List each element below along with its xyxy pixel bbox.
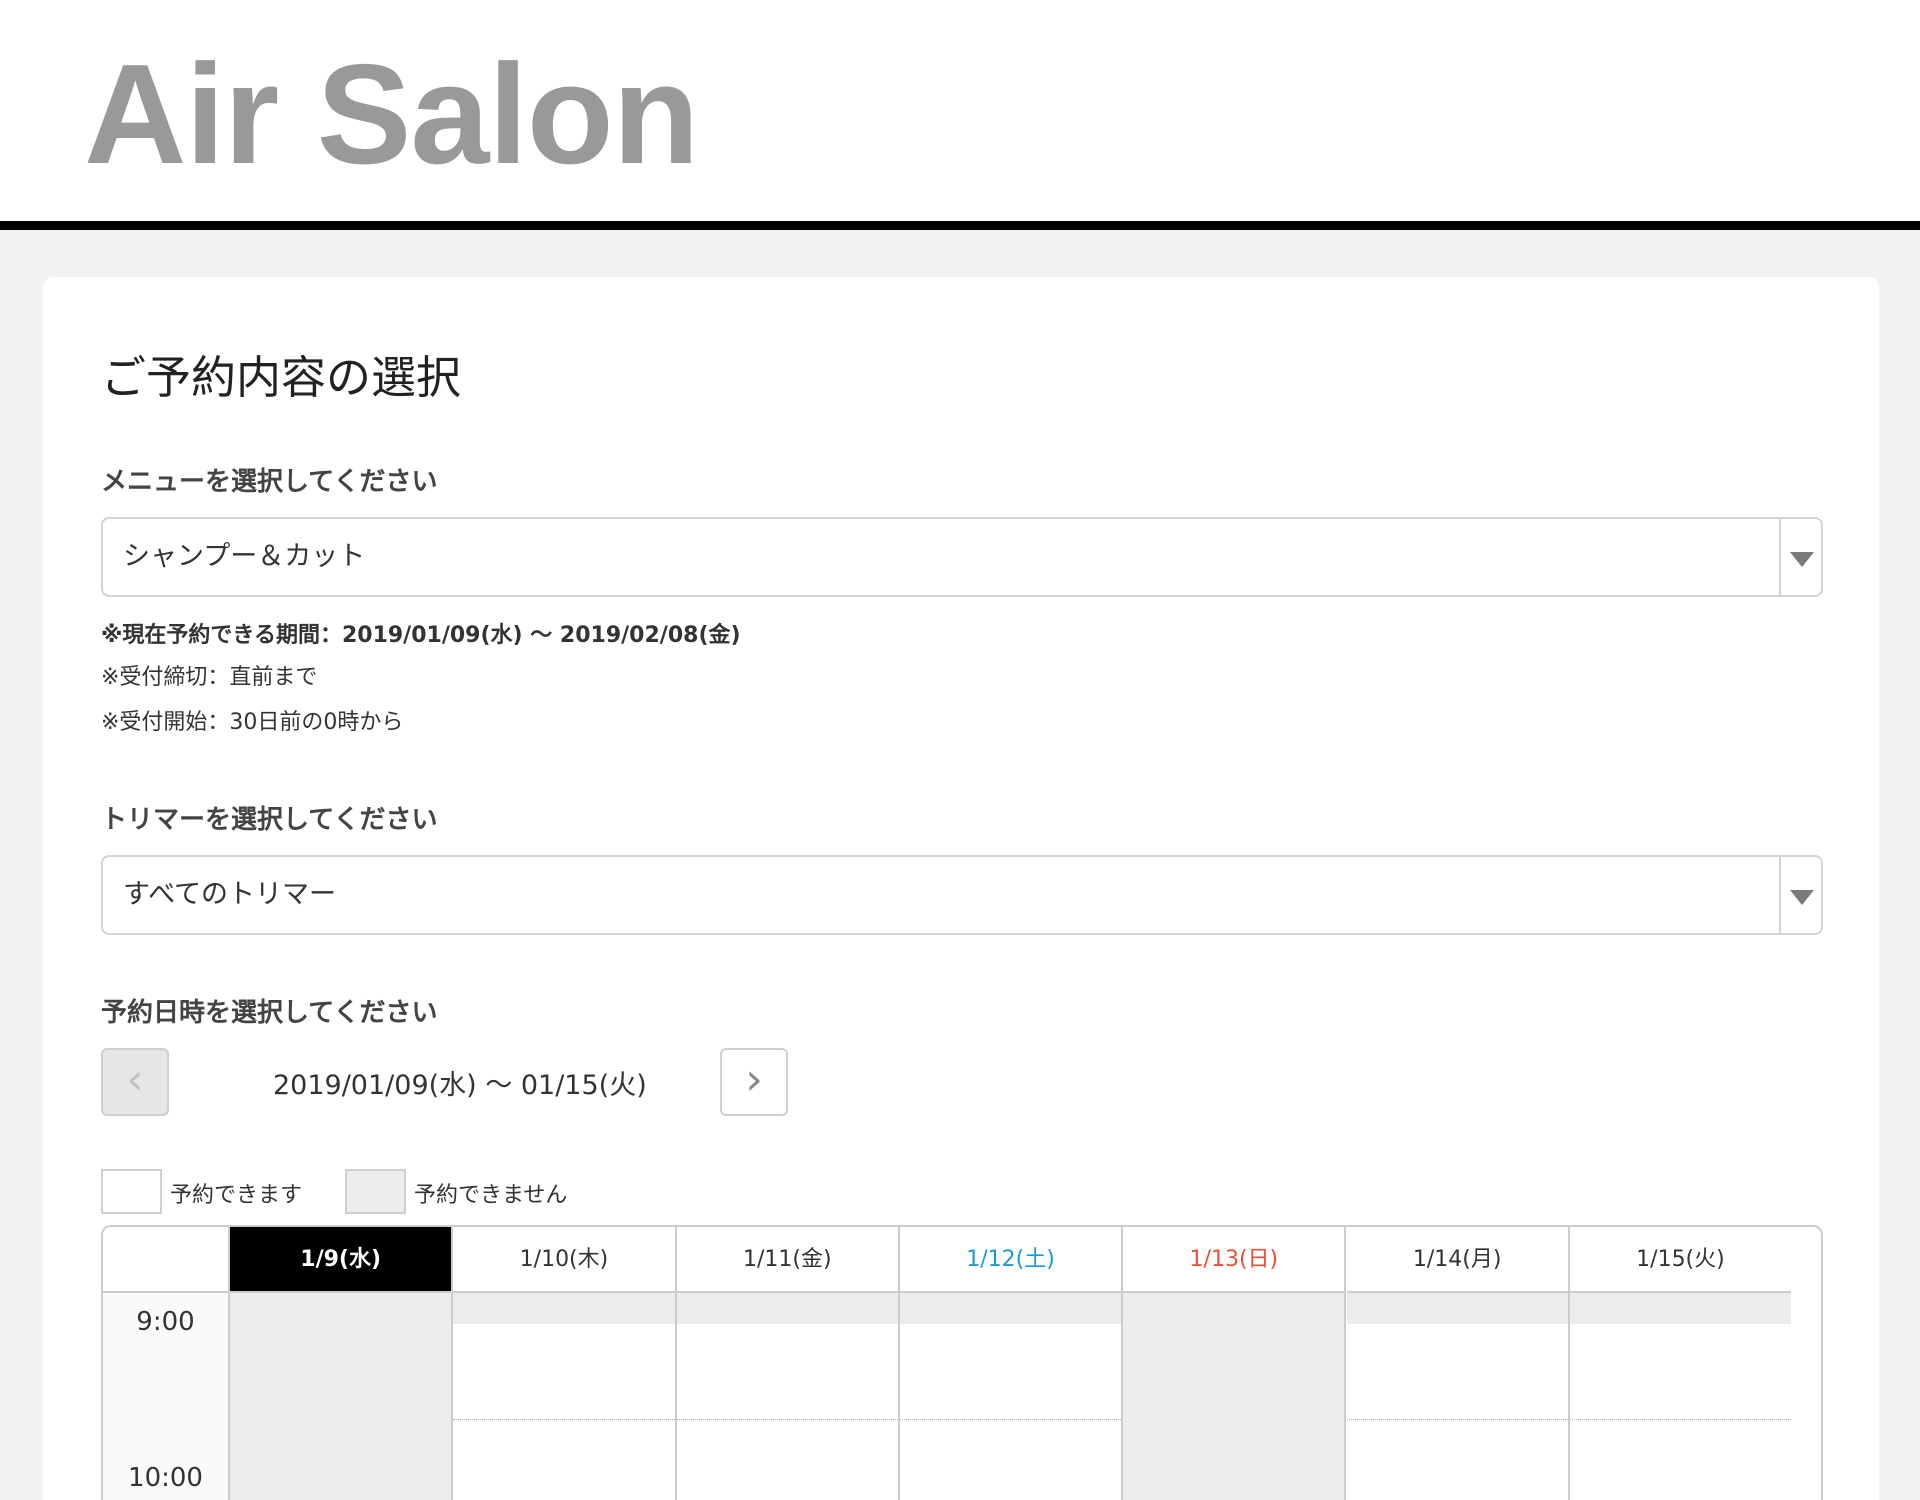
day-header: 1/15(火) [1569,1227,1792,1293]
available-swatch [101,1169,162,1214]
time-slots[interactable] [676,1293,898,1500]
day-header: 1/11(金) [676,1227,898,1293]
reservation-card: ご予約内容の選択 メニューを選択してください シャンプー＆カット ※現在予約でき… [43,277,1879,1500]
day-header: 1/9(水) [230,1227,452,1293]
half-hour-divider [1346,1419,1568,1420]
half-hour-divider [453,1419,675,1420]
booking-calendar: 9:00 10:00 1/9(水) 1/10(木) 1/11(金) 1/12(土) 1/… [101,1225,1823,1500]
day-column: 1/12(土) [899,1227,1124,1500]
trimmer-label: トリマーを選択してください [101,805,438,835]
unavailable-slot [453,1293,675,1324]
next-week-button[interactable]: › [720,1048,788,1116]
prev-week-button[interactable]: ‹ [101,1048,169,1116]
salon-logo[interactable]: Air Salon [84,40,699,190]
unavailable-slots [230,1293,452,1500]
page-title: ご予約内容の選択 [101,351,462,404]
booking-period-note: ※現在予約できる期間：2019/01/09(水) 〜 2019/02/08(金) [101,623,741,648]
day-column: 1/15(火) [1569,1227,1794,1500]
trimmer-select-value: すべてのトリマー [123,879,337,910]
day-header: 1/14(月) [1346,1227,1568,1293]
unavailable-slots [1123,1293,1345,1500]
half-hour-divider [899,1419,1122,1420]
menu-select[interactable]: シャンプー＆カット [101,517,1823,597]
unavailable-swatch [345,1169,406,1214]
trimmer-select[interactable]: すべてのトリマー [101,855,1823,935]
unavailable-slot [899,1293,1122,1324]
unavailable-slot [1346,1293,1568,1324]
unavailable-slot [1569,1293,1792,1324]
day-header: 1/12(土) [899,1227,1122,1293]
time-column: 9:00 10:00 [103,1227,230,1500]
unavailable-slot [676,1293,898,1324]
day-column: 1/13(日) [1123,1227,1347,1500]
day-column: 1/11(金) [676,1227,900,1500]
time-slots[interactable] [453,1293,675,1500]
time-slots[interactable] [1346,1293,1568,1500]
chevron-down-icon[interactable] [1779,519,1821,595]
calendar-corner [103,1227,228,1293]
datetime-label: 予約日時を選択してください [101,998,438,1028]
day-column: 1/10(木) [453,1227,677,1500]
time-label: 10:00 [128,1463,203,1493]
time-label: 9:00 [136,1307,195,1337]
half-hour-divider [676,1419,898,1420]
menu-select-value: シャンプー＆カット [123,541,366,572]
day-header: 1/10(木) [453,1227,675,1293]
half-hour-divider [1569,1419,1792,1420]
deadline-note: ※受付締切：直前まで [101,665,318,690]
menu-label: メニューを選択してください [101,467,438,497]
week-range: 2019/01/09(水) 〜 01/15(火) [273,1070,647,1101]
day-header: 1/13(日) [1123,1227,1345,1293]
day-column: 1/14(月) [1346,1227,1570,1500]
calendar-scroll-area[interactable] [1791,1227,1821,1500]
chevron-down-icon[interactable] [1779,857,1821,933]
day-column: 1/9(水) [230,1227,454,1500]
site-header: Air Salon [0,0,1920,230]
available-legend: 予約できます [170,1183,303,1208]
start-note: ※受付開始：30日前の0時から [101,710,404,735]
time-slots[interactable] [899,1293,1122,1500]
time-slots[interactable] [1569,1293,1792,1500]
unavailable-legend: 予約できません [414,1183,568,1208]
